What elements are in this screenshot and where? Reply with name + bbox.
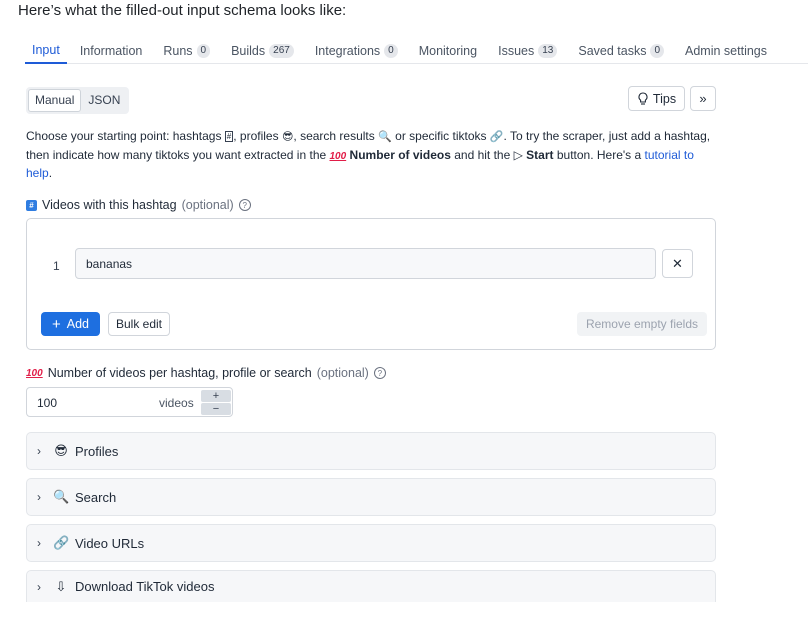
videos-unit: videos — [159, 396, 194, 410]
tab-runs[interactable]: Runs 0 — [163, 30, 211, 64]
expand-panel-button[interactable]: » — [690, 86, 716, 111]
description-text: , profiles — [233, 129, 282, 143]
plus-icon: + — [51, 315, 61, 333]
chevron-right-icon: › — [37, 536, 41, 550]
field-label-text: Videos with this hashtag — [42, 198, 177, 212]
tab-integrations[interactable]: Integrations 0 — [315, 30, 398, 64]
videos-count-input[interactable]: 100 videos + − — [26, 387, 233, 417]
count-badge: 0 — [384, 44, 398, 58]
count-badge: 0 — [196, 44, 211, 58]
tab-label: Integrations — [314, 44, 381, 58]
hashtag-icon: # — [224, 131, 234, 142]
hundred-points-icon: 100 — [26, 367, 43, 379]
hashtag-icon: # — [26, 199, 37, 211]
tab-label: Information — [79, 44, 143, 58]
intro-text: Here’s what the filled-out input schema … — [18, 2, 347, 19]
count-badge: 13 — [538, 44, 558, 58]
description-text: button. Here's a — [553, 147, 645, 162]
section-label: Profiles — [75, 443, 119, 459]
tab-label: Builds — [231, 44, 266, 58]
tab-saved-tasks[interactable]: Saved tasks 0 — [578, 30, 665, 64]
tab-label: Input — [32, 43, 60, 57]
tab-bar: Input Information Runs 0 Builds 267 Integr… — [25, 30, 808, 64]
tips-label: Tips — [652, 91, 677, 106]
optional-text: (optional) — [181, 198, 234, 212]
tab-information[interactable]: Information — [80, 30, 143, 64]
tab-label: Saved tasks — [578, 44, 647, 58]
manual-mode-button[interactable]: Manual — [28, 89, 82, 112]
tab-admin-settings[interactable]: Admin settings — [685, 30, 767, 64]
section-label: Video URLs — [75, 535, 145, 551]
help-icon[interactable]: ? — [373, 367, 386, 379]
hashtag-field-label: # Videos with this hashtag (optional) ? — [26, 198, 251, 212]
sunglasses-emoji-icon: 😎 — [54, 443, 68, 458]
description-text: and hit the ▷ — [450, 147, 527, 162]
count-badge: 0 — [650, 44, 665, 58]
chevron-right-icon: › — [37, 444, 41, 458]
double-chevron-right-icon: » — [699, 91, 707, 106]
hashtag-input[interactable]: bananas — [75, 248, 656, 279]
tab-label: Monitoring — [418, 44, 478, 58]
bulk-edit-button[interactable]: Bulk edit — [108, 312, 170, 336]
tab-builds[interactable]: Builds 267 — [231, 30, 294, 64]
section-download-videos[interactable]: › ⇩ Download TikTok videos — [26, 570, 716, 602]
decrement-button[interactable]: − — [201, 403, 231, 415]
quantity-stepper: + − — [201, 390, 231, 415]
chevron-right-icon: › — [37, 579, 41, 594]
help-icon[interactable]: ? — [238, 199, 251, 211]
field-label-text: Number of videos per hashtag, profile or… — [47, 366, 312, 380]
tab-issues[interactable]: Issues 13 — [498, 30, 558, 64]
add-label: Add — [66, 317, 89, 331]
magnifier-emoji-icon: 🔍 — [378, 131, 392, 143]
hundred-points-icon: 100 — [329, 150, 347, 162]
tab-label: Issues — [498, 44, 535, 58]
lightbulb-icon — [638, 91, 648, 105]
section-video-urls[interactable]: › 🔗 Video URLs — [26, 524, 716, 562]
description-bold: Number of videos — [349, 147, 451, 162]
section-search[interactable]: › 🔍 Search — [26, 478, 716, 516]
remove-row-button[interactable]: ✕ — [662, 249, 693, 278]
tab-monitoring[interactable]: Monitoring — [419, 30, 477, 64]
optional-text: (optional) — [316, 366, 369, 380]
videos-count-value: 100 — [37, 396, 58, 410]
increment-button[interactable]: + — [201, 390, 231, 402]
description-text: , search results — [293, 129, 379, 143]
section-label: Download TikTok videos — [75, 579, 215, 594]
close-icon: ✕ — [672, 255, 683, 271]
json-mode-button[interactable]: JSON — [81, 89, 127, 112]
section-profiles[interactable]: › 😎 Profiles — [26, 432, 716, 470]
remove-empty-fields-button[interactable]: Remove empty fields — [577, 312, 707, 336]
editor-mode-toggle: Manual JSON — [26, 87, 130, 114]
tab-input[interactable]: Input — [25, 30, 67, 64]
description-text: Choose your starting point: hashtags — [26, 129, 225, 143]
link-icon: 🔗 — [489, 131, 504, 143]
hashtag-list-panel: 1 bananas ✕ + Add Bulk edit Remove empty … — [26, 218, 716, 350]
count-badge: 267 — [269, 44, 294, 58]
tab-label: Runs — [163, 44, 193, 58]
tab-label: Admin settings — [685, 44, 767, 58]
description-text: . — [48, 166, 53, 180]
tips-button[interactable]: Tips — [628, 86, 685, 111]
link-icon: 🔗 — [53, 535, 70, 550]
videos-count-label: 100 Number of videos per hashtag, profil… — [26, 366, 386, 380]
description-text: or specific tiktoks — [391, 129, 490, 143]
download-video-icon: ⇩ — [55, 578, 67, 594]
add-button[interactable]: + Add — [41, 312, 100, 336]
magnifier-emoji-icon: 🔍 — [53, 489, 70, 504]
chevron-right-icon: › — [37, 490, 41, 504]
description-bold: Start — [526, 147, 554, 162]
input-description: Choose your starting point: hashtags #, … — [26, 128, 716, 183]
section-label: Search — [75, 489, 117, 505]
sunglasses-emoji-icon: 😎 — [281, 131, 294, 143]
row-index: 1 — [53, 259, 60, 273]
